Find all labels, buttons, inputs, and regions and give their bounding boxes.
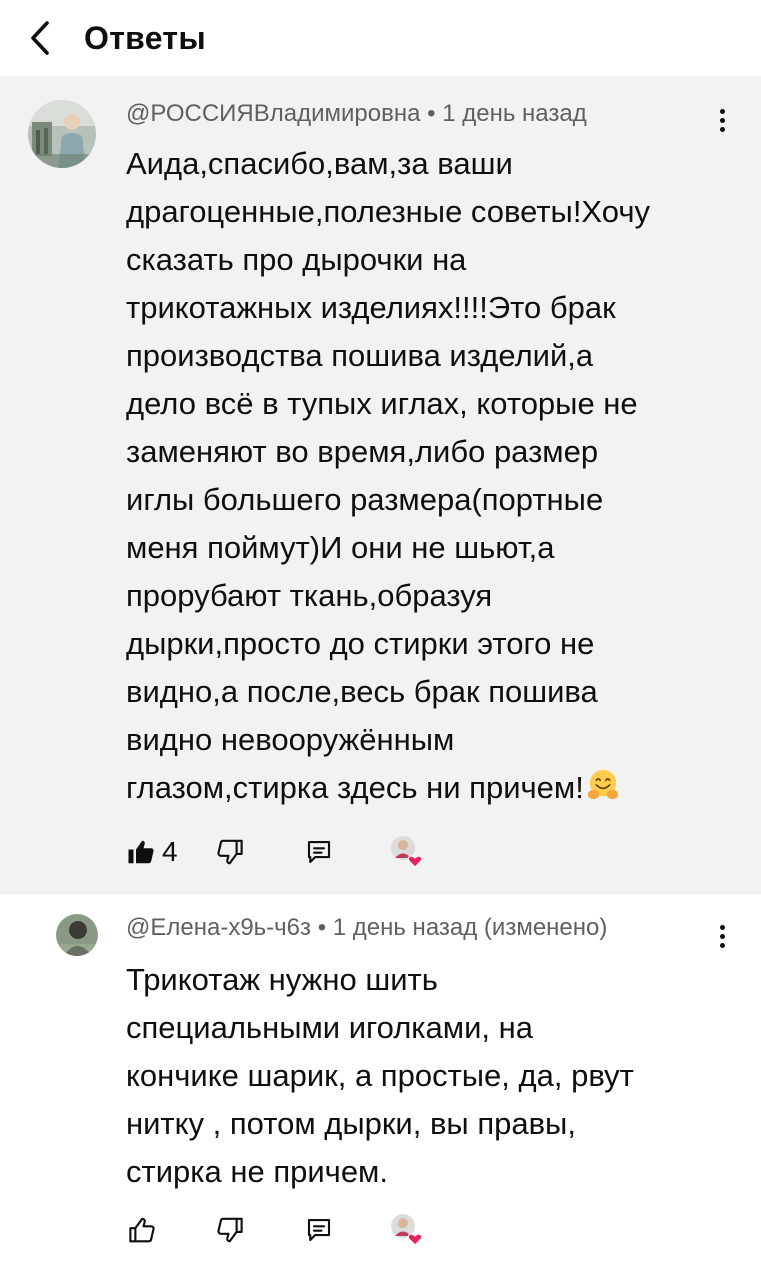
page-title: Ответы xyxy=(84,20,206,56)
meta-separator: • xyxy=(317,914,327,941)
comment-time: 1 день назад (изменено) xyxy=(332,914,608,941)
thumbs-down-icon xyxy=(217,839,243,865)
more-options-icon[interactable] xyxy=(709,100,735,140)
parent-comment: @РОССИЯВладимировна • 1 день назад Аида,… xyxy=(0,76,761,894)
comment-author[interactable]: @РОССИЯВладимировна xyxy=(126,100,420,127)
comment-actions xyxy=(126,1208,446,1252)
reply-button[interactable] xyxy=(304,830,334,874)
chevron-left-icon xyxy=(31,21,49,55)
more-options-icon[interactable] xyxy=(709,916,735,956)
comment-author[interactable]: @Елена-х9ь-ч6з xyxy=(126,914,311,941)
comment-actions: 4 xyxy=(126,830,446,874)
reply-comment-icon xyxy=(307,1218,331,1242)
creator-heart-badge xyxy=(388,830,426,874)
heart-icon xyxy=(407,855,423,868)
heart-icon xyxy=(407,1233,423,1246)
reply-button[interactable] xyxy=(304,1208,334,1252)
like-button[interactable] xyxy=(126,1208,162,1252)
like-button[interactable]: 4 xyxy=(126,830,178,874)
thumbs-up-filled-icon xyxy=(128,840,154,864)
comment-text: Аида,спасибо,вам,за ваши драгоценные,пол… xyxy=(126,146,650,805)
hugging-face-emoji xyxy=(587,769,618,800)
comment-meta: @Елена-х9ь-ч6з • 1 день назад (изменено) xyxy=(126,914,607,942)
thumbs-down-icon xyxy=(217,1217,243,1243)
avatar[interactable] xyxy=(56,914,98,956)
thumbs-up-icon xyxy=(129,1217,155,1243)
like-count: 4 xyxy=(162,836,178,867)
dislike-button[interactable] xyxy=(216,1208,246,1252)
reply-comment-icon xyxy=(307,840,331,864)
reply-comment: @Елена-х9ь-ч6з • 1 день назад (изменено)… xyxy=(0,894,761,1280)
comment-time: 1 день назад xyxy=(442,100,587,127)
meta-separator: • xyxy=(427,100,436,127)
creator-heart-badge xyxy=(388,1208,426,1252)
comment-meta: @РОССИЯВладимировна • 1 день назад xyxy=(126,100,587,128)
avatar[interactable] xyxy=(28,100,96,168)
header-bar: Ответы xyxy=(0,0,761,76)
back-button[interactable] xyxy=(18,14,62,62)
comment-text: Трикотаж нужно шить специальными иголкам… xyxy=(126,962,634,1189)
dislike-button[interactable] xyxy=(216,830,246,874)
